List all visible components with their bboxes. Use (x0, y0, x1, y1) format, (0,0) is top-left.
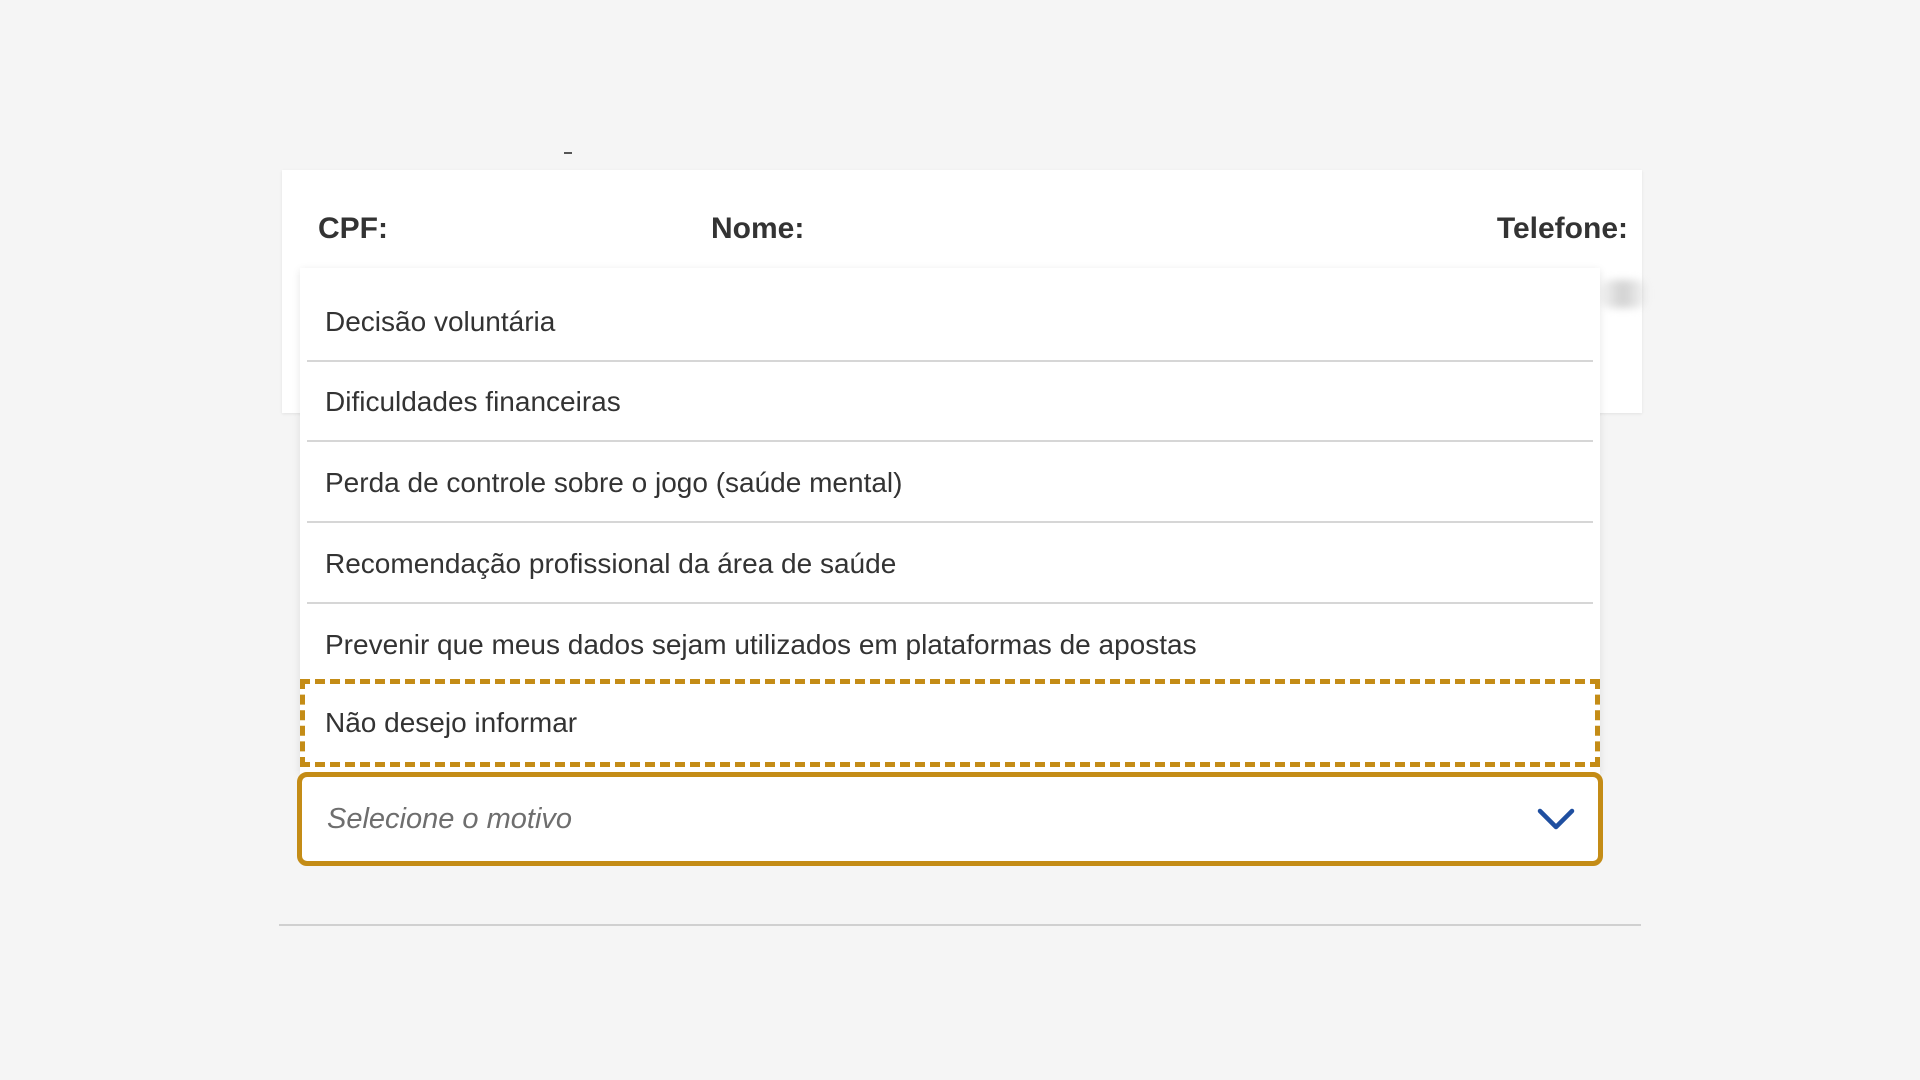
option-dificuldades-financeiras[interactable]: Dificuldades financeiras (300, 362, 1600, 442)
option-divider (307, 521, 1593, 523)
reason-select[interactable]: Selecione o motivo (297, 772, 1603, 866)
option-divider (307, 602, 1593, 604)
option-label: Dificuldades financeiras (325, 386, 621, 417)
decorative-dash (564, 152, 572, 154)
option-label: Decisão voluntária (325, 306, 556, 337)
option-divider (307, 440, 1593, 442)
cpf-label: CPF: (318, 212, 388, 245)
option-label: Não desejo informar (325, 707, 578, 738)
option-perda-de-controle[interactable]: Perda de controle sobre o jogo (saúde me… (300, 443, 1600, 523)
chevron-down-icon[interactable] (1536, 806, 1576, 832)
option-recomendacao-profissional[interactable]: Recomendação profissional da área de saú… (300, 524, 1600, 604)
blurred-value (1600, 280, 1646, 308)
section-divider (279, 924, 1641, 926)
select-placeholder: Selecione o motivo (327, 802, 573, 835)
option-prevenir-dados[interactable]: Prevenir que meus dados sejam utilizados… (300, 605, 1600, 685)
option-label: Recomendação profissional da área de saú… (325, 548, 897, 579)
option-decisao-voluntaria[interactable]: Decisão voluntária (300, 282, 1600, 362)
option-label: Prevenir que meus dados sejam utilizados… (325, 629, 1197, 660)
telefone-label: Telefone: (1496, 212, 1628, 245)
nome-label: Nome: (711, 212, 805, 245)
option-label: Perda de controle sobre o jogo (saúde me… (325, 467, 903, 498)
option-nao-desejo-informar[interactable]: Não desejo informar (300, 679, 1600, 767)
